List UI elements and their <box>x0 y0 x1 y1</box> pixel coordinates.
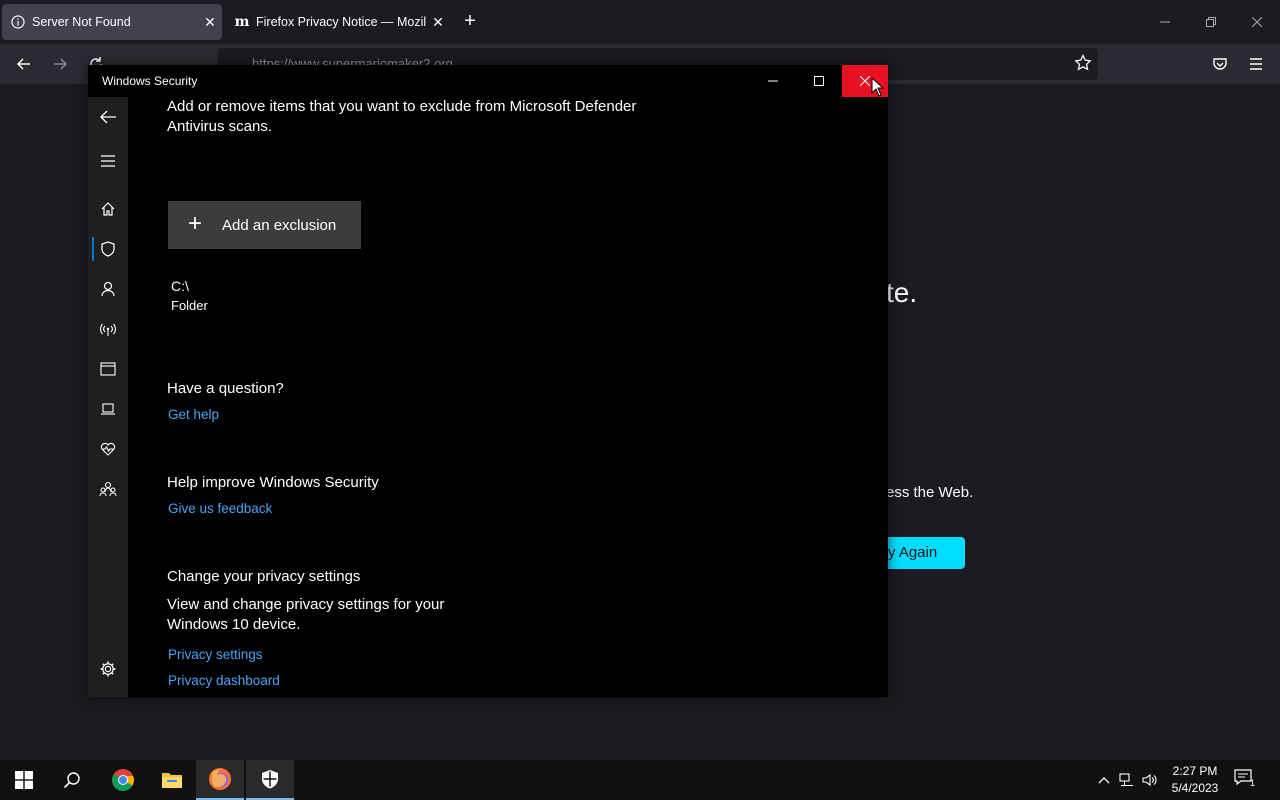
privacy-settings-link[interactable]: Privacy settings <box>168 647 263 662</box>
page-description: Add or remove items that you want to exc… <box>167 98 637 135</box>
mouse-cursor-icon <box>871 76 885 102</box>
privacy-heading: Change your privacy settings <box>167 568 361 585</box>
taskbar: 2:27 PM 5/4/2023 1 <box>0 760 1280 800</box>
minimize-button[interactable] <box>750 65 796 97</box>
search-icon[interactable] <box>48 760 96 800</box>
network-icon[interactable] <box>1117 772 1137 788</box>
add-exclusion-button[interactable]: + Add an exclusion <box>168 201 361 249</box>
firefox-icon[interactable] <box>196 760 244 800</box>
windows-start-icon[interactable] <box>0 760 48 800</box>
forward-button[interactable] <box>46 50 74 78</box>
error-title: te. <box>886 277 918 308</box>
chrome-icon[interactable] <box>99 760 147 800</box>
settings-icon[interactable] <box>88 653 128 685</box>
clock-date[interactable]: 5/4/2023 <box>1166 781 1224 795</box>
tab-privacy-notice[interactable]: m Firefox Privacy Notice — Mozilla ✕ <box>226 4 450 40</box>
tab-label: Firefox Privacy Notice — Mozilla <box>256 15 426 29</box>
chevron-up-icon[interactable] <box>1094 772 1114 788</box>
improve-heading: Help improve Windows Security <box>167 474 379 491</box>
file-explorer-icon[interactable] <box>148 760 196 800</box>
family-icon[interactable] <box>88 473 128 505</box>
close-tab-icon[interactable]: ✕ <box>198 14 222 31</box>
device-icon[interactable] <box>88 393 128 425</box>
info-icon <box>10 14 26 30</box>
app-browser-icon[interactable] <box>88 353 128 385</box>
mozilla-m-icon: m <box>234 14 250 30</box>
try-again-button[interactable]: y Again <box>880 537 965 569</box>
window-title: Windows Security <box>102 74 198 88</box>
feedback-link[interactable]: Give us feedback <box>168 501 272 516</box>
menu-icon[interactable] <box>88 145 128 177</box>
question-heading: Have a question? <box>167 380 284 397</box>
close-window-button[interactable] <box>1234 8 1280 36</box>
minimize-button[interactable] <box>1142 8 1188 36</box>
bookmark-star-icon[interactable] <box>1074 53 1092 77</box>
get-help-link[interactable]: Get help <box>168 407 219 422</box>
plus-icon: + <box>187 209 202 237</box>
close-tab-icon[interactable]: ✕ <box>426 14 450 31</box>
restore-button[interactable] <box>1188 8 1234 36</box>
window-titlebar[interactable]: Windows Security <box>88 65 888 97</box>
pocket-icon[interactable] <box>1206 50 1234 78</box>
browser-tab-bar: Server Not Found ✕ m Firefox Privacy Not… <box>0 0 1280 44</box>
maximize-button[interactable] <box>796 65 842 97</box>
back-icon[interactable] <box>88 101 128 133</box>
wireless-icon[interactable] <box>88 313 128 345</box>
tab-server-not-found[interactable]: Server Not Found ✕ <box>2 4 222 40</box>
new-tab-button[interactable]: + <box>458 10 482 34</box>
notification-count: 1 <box>1250 778 1256 788</box>
privacy-description: View and change privacy settings for you… <box>167 596 445 633</box>
back-button[interactable] <box>10 50 38 78</box>
exclusion-path[interactable]: C:\ <box>171 278 189 294</box>
shield-icon[interactable] <box>88 233 128 265</box>
volume-icon[interactable] <box>1140 772 1160 788</box>
add-exclusion-label: Add an exclusion <box>222 216 337 234</box>
exclusion-type: Folder <box>171 298 208 313</box>
account-icon[interactable] <box>88 273 128 305</box>
hamburger-menu-icon[interactable] <box>1242 50 1270 78</box>
exclusions-page: Add or remove items that you want to exc… <box>128 97 888 697</box>
clock-time[interactable]: 2:27 PM <box>1172 764 1218 778</box>
windows-security-icon[interactable] <box>246 760 294 800</box>
home-icon[interactable] <box>88 193 128 225</box>
navigation-rail <box>88 97 128 697</box>
tab-label: Server Not Found <box>32 15 131 29</box>
windows-security-window: Windows Security Add or remove items tha… <box>88 65 888 697</box>
health-icon[interactable] <box>88 433 128 465</box>
privacy-dashboard-link[interactable]: Privacy dashboard <box>168 673 280 688</box>
error-description: ess the Web. <box>886 484 974 501</box>
